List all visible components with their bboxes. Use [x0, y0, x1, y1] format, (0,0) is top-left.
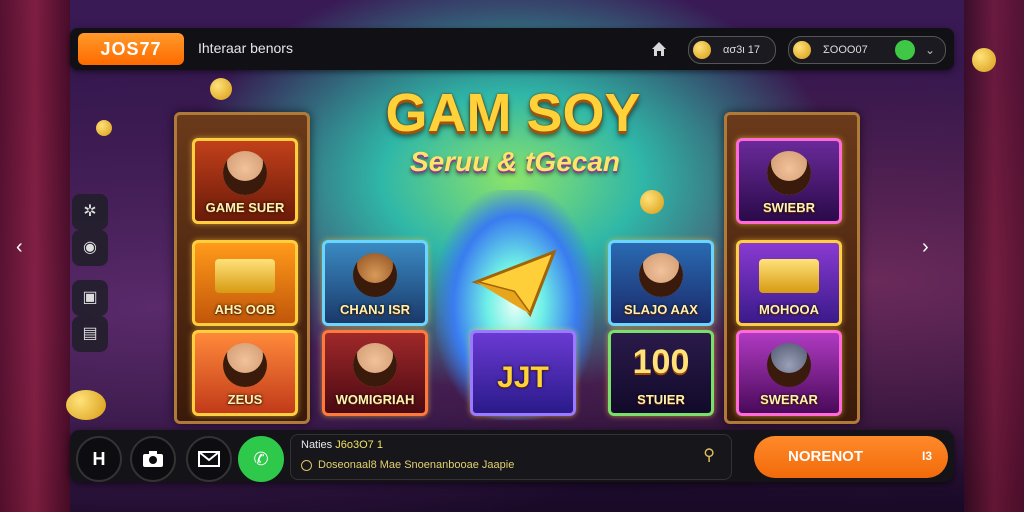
game-tile[interactable]: CHANJ ISR: [322, 240, 428, 326]
promo-info-value: J6o3O7 1: [335, 439, 383, 451]
game-title: GAM SOY: [385, 83, 641, 143]
game-tile[interactable]: WOMIGRIAH: [322, 330, 428, 416]
curtain-left: [0, 0, 70, 512]
chevron-right-icon[interactable]: ›: [922, 236, 929, 259]
coin-decoration: [66, 390, 106, 420]
phone-button[interactable]: ✆: [238, 436, 284, 482]
coin-icon: [693, 41, 711, 59]
coin-balance[interactable]: ασ3ι 17: [688, 36, 776, 64]
game-tile-label: WOMIGRIAH: [335, 392, 415, 407]
promo-info-key: Naties: [301, 439, 333, 451]
game-tile[interactable]: GAME SUER: [192, 138, 298, 224]
coin-decoration: [640, 190, 664, 214]
game-tile[interactable]: SWERAR: [736, 330, 842, 416]
promo-info-line: Naties J6o3O7 1: [301, 439, 383, 451]
chevron-down-icon[interactable]: ⌄: [925, 37, 935, 63]
cta-label: NORENOT: [788, 448, 863, 465]
character-portrait-icon: [767, 151, 811, 195]
site-title: Ihteraar benors: [198, 40, 293, 56]
coin-icon: [793, 41, 811, 59]
character-portrait-icon: [223, 151, 267, 195]
animal-portrait-icon: [353, 253, 397, 297]
radio-icon: [301, 459, 312, 471]
game-tile-label: GAME SUER: [205, 200, 285, 215]
game-tile[interactable]: 100 STUIER: [608, 330, 714, 416]
brand-logo[interactable]: JOS77: [78, 33, 184, 65]
cta-badge: I3: [921, 449, 932, 463]
wallet-balance-value: ΣOOO07: [823, 44, 868, 56]
gold-arrow-icon: [471, 249, 557, 318]
promo-info-text: Doseonaal8 Mae Snoenanbooae Jaapie: [318, 459, 515, 471]
curtain-right: [964, 0, 1024, 512]
game-tile[interactable]: SWIEBR: [736, 138, 842, 224]
game-tile-label: SWIEBR: [763, 200, 815, 215]
coin-decoration: [210, 78, 232, 100]
game-tile-label: ZEUS: [227, 392, 263, 407]
location-pin-icon[interactable]: ⚲: [703, 445, 715, 465]
game-tile-label: AHS OOB: [214, 302, 276, 317]
wallet-balance[interactable]: ΣOOO07 ⌄: [788, 36, 946, 64]
character-portrait-icon: [639, 253, 683, 297]
camera-button[interactable]: [130, 436, 176, 482]
game-tile-label: SWERAR: [760, 392, 818, 407]
home-icon[interactable]: [650, 40, 668, 58]
target-icon[interactable]: ◉: [72, 230, 108, 266]
game-tile-number: 100: [632, 343, 690, 381]
game-tile-label: CHANJ ISR: [339, 302, 411, 317]
coin-balance-value: ασ3ι 17: [723, 44, 761, 56]
game-tile[interactable]: SLAJO AAX: [608, 240, 714, 326]
camera-icon: [143, 451, 163, 467]
game-tile-label: SLAJO AAX: [624, 302, 698, 317]
mail-button[interactable]: [186, 436, 232, 482]
primary-cta-button[interactable]: NORENOT I3: [754, 436, 948, 478]
phone-icon: ✆: [253, 449, 269, 469]
game-tile[interactable]: MOHOOA: [736, 240, 842, 326]
character-portrait-icon: [353, 343, 397, 387]
document-icon[interactable]: ▤: [72, 316, 108, 352]
game-tile[interactable]: AHS OOB: [192, 240, 298, 326]
game-tile-label: MOHOOA: [759, 302, 819, 317]
home-button[interactable]: H: [76, 436, 122, 482]
promo-info-panel: Naties J6o3O7 1 Doseonaal8 Mae Snoenanbo…: [290, 434, 732, 480]
character-portrait-icon: [223, 343, 267, 387]
gold-bar-icon: [759, 259, 819, 293]
game-tile-label: STUIER: [637, 392, 685, 407]
settings-icon[interactable]: ✲: [72, 194, 108, 230]
gold-bar-icon: [215, 259, 275, 293]
game-tile[interactable]: JJT: [470, 330, 576, 416]
coin-decoration: [972, 48, 996, 72]
wolf-portrait-icon: [767, 343, 811, 387]
promo-info-line: Doseonaal8 Mae Snoenanbooae Jaapie: [301, 459, 514, 471]
gift-icon[interactable]: ▣: [72, 280, 108, 316]
mail-icon: [198, 451, 220, 467]
h-icon: H: [92, 449, 106, 469]
chevron-left-icon[interactable]: ‹: [16, 236, 23, 259]
game-tile-label: JJT: [497, 361, 549, 394]
coin-decoration: [96, 120, 112, 136]
game-tile[interactable]: ZEUS: [192, 330, 298, 416]
top-bar: JOS77 Ihteraar benors ασ3ι 17 ΣOOO07 ⌄: [70, 28, 954, 70]
game-subtitle: Seruu & tGecan: [409, 146, 621, 177]
deposit-icon[interactable]: [895, 40, 915, 60]
